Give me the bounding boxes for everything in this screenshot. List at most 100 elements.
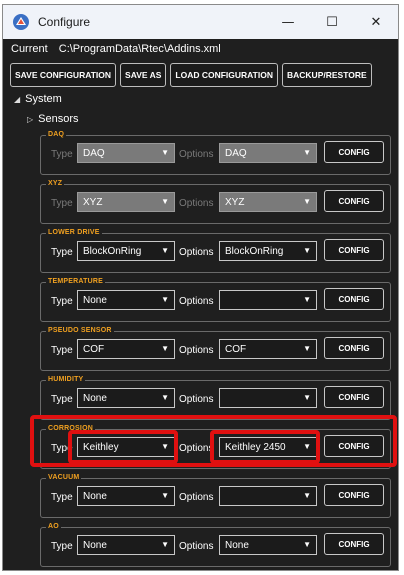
type-select-value: DAQ	[83, 147, 105, 159]
type-label: Type	[51, 247, 73, 258]
type-select[interactable]: XYZ ▼	[77, 192, 175, 212]
options-label: Options	[179, 247, 214, 258]
dropdown-arrow-icon: ▼	[303, 442, 311, 451]
type-select-value: None	[83, 490, 107, 502]
options-select-value: COF	[225, 343, 247, 355]
group-title: TEMPERATURE	[46, 278, 105, 285]
dropdown-arrow-icon: ▼	[161, 295, 169, 304]
config-button[interactable]: CONFIG	[324, 337, 384, 359]
close-button[interactable]: ✕	[354, 5, 398, 39]
configure-window: Configure — ☐ ✕ Current C:\ProgramData\R…	[2, 4, 399, 571]
options-select[interactable]: DAQ ▼	[219, 143, 317, 163]
options-select-value: Keithley 2450	[225, 441, 286, 453]
type-label: Type	[51, 443, 73, 454]
type-select[interactable]: COF ▼	[77, 339, 175, 359]
config-button[interactable]: CONFIG	[324, 484, 384, 506]
collapsed-triangle-icon[interactable]: ▷	[27, 115, 33, 124]
config-button[interactable]: CONFIG	[324, 190, 384, 212]
group-title: VACUUM	[46, 474, 82, 481]
type-select-value: BlockOnRing	[83, 245, 142, 257]
type-select[interactable]: DAQ ▼	[77, 143, 175, 163]
type-select-value: None	[83, 539, 107, 551]
type-label: Type	[51, 541, 73, 552]
type-select[interactable]: None ▼	[77, 535, 175, 555]
dropdown-arrow-icon: ▼	[303, 393, 311, 402]
tree-system-label: System	[25, 93, 62, 105]
dropdown-arrow-icon: ▼	[161, 197, 169, 206]
type-label: Type	[51, 345, 73, 356]
title-bar[interactable]: Configure — ☐ ✕	[3, 5, 398, 39]
type-select-value: None	[83, 294, 107, 306]
type-select[interactable]: BlockOnRing ▼	[77, 241, 175, 261]
type-label: Type	[51, 394, 73, 405]
config-button[interactable]: CONFIG	[324, 435, 384, 457]
config-button[interactable]: CONFIG	[324, 239, 384, 261]
options-select[interactable]: None ▼	[219, 535, 317, 555]
current-file-row: Current C:\ProgramData\Rtec\Addins.xml	[11, 43, 221, 55]
group-title: CORROSION	[46, 425, 95, 432]
type-label: Type	[51, 198, 73, 209]
config-button[interactable]: CONFIG	[324, 288, 384, 310]
expanded-triangle-icon[interactable]: ◢	[14, 95, 20, 104]
group-corrosion: CORROSION Type Keithley ▼ Options Keithl…	[40, 425, 391, 469]
type-select-value: XYZ	[83, 196, 103, 208]
group-lower-drive: LOWER DRIVE Type BlockOnRing ▼ Options B…	[40, 229, 391, 273]
group-title: XYZ	[46, 180, 65, 187]
options-label: Options	[179, 198, 214, 209]
options-select[interactable]: ▼	[219, 486, 317, 506]
tree-item-system[interactable]: ◢ System	[14, 93, 62, 105]
dropdown-arrow-icon: ▼	[303, 540, 311, 549]
load-configuration-button[interactable]: LOAD CONFIGURATION	[170, 63, 278, 87]
options-select[interactable]: BlockOnRing ▼	[219, 241, 317, 261]
configure-content: Current C:\ProgramData\Rtec\Addins.xml S…	[3, 39, 398, 570]
group-title: LOWER DRIVE	[46, 229, 102, 236]
type-label: Type	[51, 149, 73, 160]
app-logo-icon	[13, 14, 29, 30]
options-label: Options	[179, 541, 214, 552]
options-select-value: BlockOnRing	[225, 245, 284, 257]
tree-item-sensors[interactable]: ▷ Sensors	[27, 113, 79, 125]
group-title: HUMIDITY	[46, 376, 86, 383]
save-configuration-button[interactable]: SAVE CONFIGURATION	[10, 63, 117, 87]
group-pseudo-sensor: PSEUDO SENSOR Type COF ▼ Options COF ▼ C…	[40, 327, 391, 371]
toolbar: SAVE CONFIGURATION SAVE AS LOAD CONFIGUR…	[10, 63, 372, 87]
type-label: Type	[51, 296, 73, 307]
dropdown-arrow-icon: ▼	[303, 295, 311, 304]
options-select[interactable]: XYZ ▼	[219, 192, 317, 212]
minimize-button[interactable]: —	[266, 5, 310, 39]
dropdown-arrow-icon: ▼	[303, 197, 311, 206]
dropdown-arrow-icon: ▼	[161, 540, 169, 549]
config-button[interactable]: CONFIG	[324, 141, 384, 163]
maximize-button[interactable]: ☐	[310, 5, 354, 39]
group-temperature: TEMPERATURE Type None ▼ Options ▼ CONFIG	[40, 278, 391, 322]
group-ao: AO Type None ▼ Options None ▼ CONFIG	[40, 523, 391, 567]
group-title: PSEUDO SENSOR	[46, 327, 114, 334]
type-select[interactable]: Keithley ▼	[77, 437, 175, 457]
options-select[interactable]: ▼	[219, 388, 317, 408]
dropdown-arrow-icon: ▼	[161, 393, 169, 402]
dropdown-arrow-icon: ▼	[161, 246, 169, 255]
options-select[interactable]: COF ▼	[219, 339, 317, 359]
config-button[interactable]: CONFIG	[324, 386, 384, 408]
dropdown-arrow-icon: ▼	[303, 246, 311, 255]
options-label: Options	[179, 443, 214, 454]
options-select-value: DAQ	[225, 147, 247, 159]
group-title: AO	[46, 523, 61, 530]
dropdown-arrow-icon: ▼	[161, 344, 169, 353]
group-humidity: HUMIDITY Type None ▼ Options ▼ CONFIG	[40, 376, 391, 420]
type-select[interactable]: None ▼	[77, 486, 175, 506]
backup-restore-button[interactable]: BACKUP/RESTORE	[282, 63, 372, 87]
dropdown-arrow-icon: ▼	[161, 491, 169, 500]
options-label: Options	[179, 394, 214, 405]
type-select[interactable]: None ▼	[77, 290, 175, 310]
save-as-button[interactable]: SAVE AS	[120, 63, 167, 87]
options-select-value: None	[225, 539, 249, 551]
options-label: Options	[179, 296, 214, 307]
group-title: DAQ	[46, 131, 67, 138]
options-label: Options	[179, 345, 214, 356]
type-select[interactable]: None ▼	[77, 388, 175, 408]
options-select[interactable]: Keithley 2450 ▼	[219, 437, 317, 457]
options-select[interactable]: ▼	[219, 290, 317, 310]
type-label: Type	[51, 492, 73, 503]
config-button[interactable]: CONFIG	[324, 533, 384, 555]
